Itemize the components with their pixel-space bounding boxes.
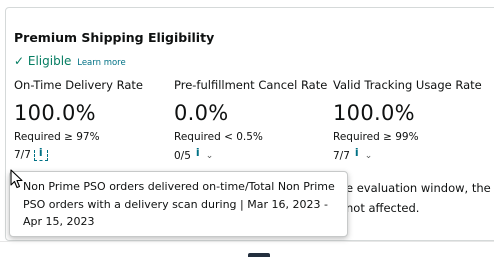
metric-cancel-rate: Pre-fulfillment Cancel Rate 0.0% Require… (174, 76, 334, 162)
chevron-down-icon[interactable]: ⌄ (365, 151, 373, 161)
info-icon[interactable]: i (33, 146, 48, 161)
metric-valid-tracking: Valid Tracking Usage Rate 100.0% Require… (333, 76, 493, 162)
metric-requirement: Required ≥ 97% (14, 131, 100, 143)
mouse-pointer-icon (10, 169, 23, 189)
background-text-line1: e evaluation window, the (346, 181, 491, 195)
metric-count: 7/7 (333, 149, 350, 162)
eligibility-status: ✓ Eligible Learn more (14, 54, 126, 68)
metric-tooltip: Non Prime PSO orders delivered on-time/T… (9, 171, 348, 237)
tooltip-text: Non Prime PSO orders delivered on-time/T… (23, 180, 335, 228)
metric-count-row: 0/5 i ⌄ (174, 146, 334, 162)
info-icon[interactable]: i (355, 146, 359, 159)
divider (0, 241, 494, 242)
metric-label: Pre-fulfillment Cancel Rate (174, 78, 328, 92)
metric-on-time-delivery: On-Time Delivery Rate 100.0% Required ≥ … (14, 76, 174, 161)
metric-label: Valid Tracking Usage Rate (333, 78, 482, 92)
background-text-line2: not affected. (346, 201, 420, 215)
metric-value: 100.0% (333, 101, 415, 125)
info-icon[interactable]: i (196, 146, 200, 159)
metric-requirement: Required < 0.5% (174, 131, 263, 143)
metric-label: On-Time Delivery Rate (14, 78, 143, 92)
metric-value: 0.0% (174, 101, 229, 125)
eligible-label: ✓ Eligible (14, 54, 72, 68)
metric-count: 0/5 (174, 149, 191, 162)
metric-count-row: 7/7 i ⌄ (333, 146, 493, 162)
metric-requirement: Required ≥ 99% (333, 131, 419, 143)
metric-value: 100.0% (14, 101, 96, 125)
metric-count: 7/7 (14, 149, 31, 161)
scroll-indicator (248, 253, 270, 257)
info-glyph: i (38, 145, 43, 159)
metric-count-row: 7/7 i (14, 146, 174, 161)
learn-more-link[interactable]: Learn more (77, 58, 125, 68)
chevron-down-icon[interactable]: ⌄ (206, 151, 214, 161)
card-title: Premium Shipping Eligibility (14, 30, 215, 45)
